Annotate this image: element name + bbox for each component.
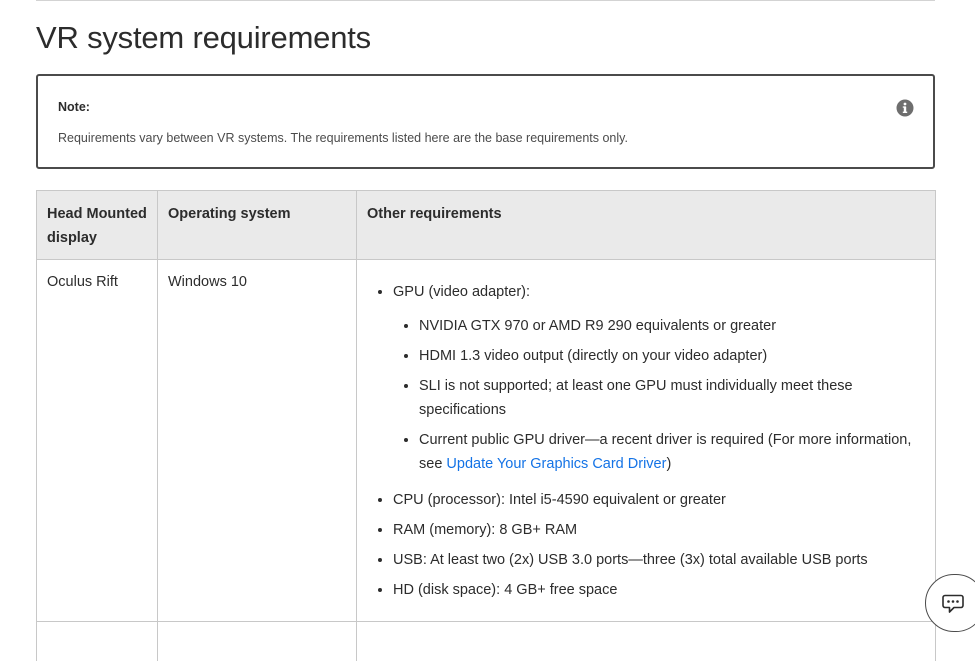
page: VR system requirements Note: Requirement… xyxy=(0,0,975,661)
table-header-row: Head Mounted display Operating system Ot… xyxy=(36,190,936,260)
table-row xyxy=(36,621,936,661)
requirements-list: GPU (video adapter): NVIDIA GTX 970 or A… xyxy=(367,280,925,602)
gpu-label: GPU (video adapter): xyxy=(393,284,531,300)
info-icon xyxy=(896,99,914,117)
list-item: HD (disk space): 4 GB+ free space xyxy=(393,578,925,602)
cell-os: Windows 10 xyxy=(157,259,357,622)
requirements-table: Head Mounted display Operating system Ot… xyxy=(36,190,936,661)
list-item: USB: At least two (2x) USB 3.0 ports—thr… xyxy=(393,548,925,572)
list-item: SLI is not supported; at least one GPU m… xyxy=(419,374,925,422)
note-box: Note: Requirements vary between VR syste… xyxy=(36,74,935,169)
list-item: NVIDIA GTX 970 or AMD R9 290 equivalents… xyxy=(419,314,925,338)
header-other: Other requirements xyxy=(356,190,936,260)
list-item-gpu: GPU (video adapter): NVIDIA GTX 970 or A… xyxy=(393,280,925,476)
gpu-sublist: NVIDIA GTX 970 or AMD R9 290 equivalents… xyxy=(393,314,925,476)
update-driver-link[interactable]: Update Your Graphics Card Driver xyxy=(446,456,666,472)
chat-bubble-icon xyxy=(942,594,964,613)
list-item: RAM (memory): 8 GB+ RAM xyxy=(393,518,925,542)
list-item: HDMI 1.3 video output (directly on your … xyxy=(419,344,925,368)
list-item: CPU (processor): Intel i5-4590 equivalen… xyxy=(393,488,925,512)
table-row: Oculus Rift Windows 10 GPU (video adapte… xyxy=(36,259,936,622)
cell-device: Oculus Rift xyxy=(36,259,158,622)
cell-other-requirements: GPU (video adapter): NVIDIA GTX 970 or A… xyxy=(356,259,936,622)
top-divider xyxy=(36,0,935,1)
note-title: Note: xyxy=(58,100,90,114)
header-display: Head Mounted display xyxy=(36,190,158,260)
driver-text-end: ) xyxy=(666,456,672,472)
header-os: Operating system xyxy=(157,190,357,260)
page-title: VR system requirements xyxy=(36,20,371,55)
chat-button[interactable] xyxy=(925,574,975,632)
list-item-driver: Current public GPU driver—a recent drive… xyxy=(419,428,925,476)
note-text: Requirements vary between VR systems. Th… xyxy=(58,131,628,145)
